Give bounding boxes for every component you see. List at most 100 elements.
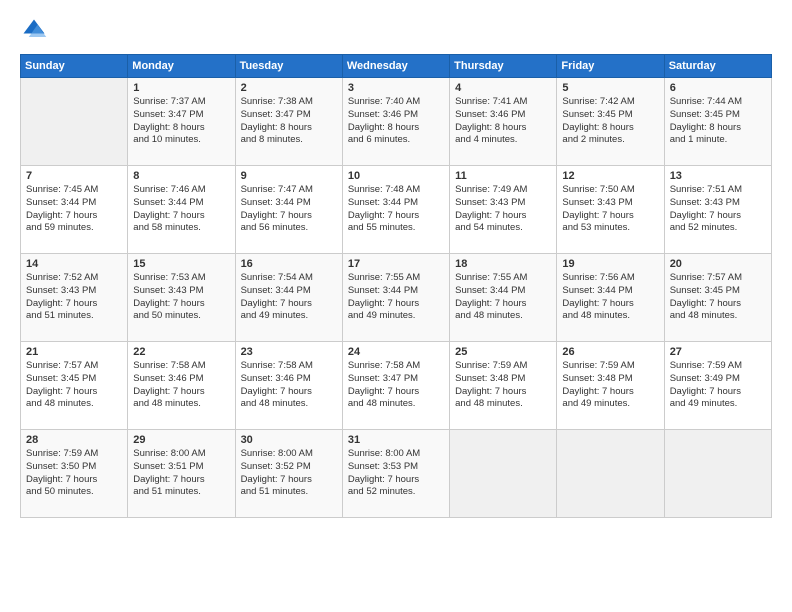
- day-number: 21: [26, 346, 122, 358]
- day-info: Sunrise: 7:50 AM Sunset: 3:43 PM Dayligh…: [562, 184, 658, 235]
- calendar-cell: 26 Sunrise: 7:59 AM Sunset: 3:48 PM Dayli…: [557, 342, 664, 430]
- calendar-cell: 29 Sunrise: 8:00 AM Sunset: 3:51 PM Dayli…: [128, 430, 235, 518]
- calendar-cell: 25Sunrise: 7:59 AM Sunset: 3:48 PM Dayli…: [450, 342, 557, 430]
- day-number: 31: [348, 434, 444, 446]
- day-number: 26: [562, 346, 658, 358]
- weekday-header-saturday: Saturday: [664, 55, 771, 78]
- calendar-cell: 16 Sunrise: 7:54 AM Sunset: 3:44 PM Dayli…: [235, 254, 342, 342]
- day-info: Sunrise: 7:49 AM Sunset: 3:43 PM Dayligh…: [455, 184, 551, 235]
- day-number: 15: [133, 258, 229, 270]
- weekday-header-sunday: Sunday: [21, 55, 128, 78]
- calendar-cell: 27 Sunrise: 7:59 AM Sunset: 3:49 PM Dayli…: [664, 342, 771, 430]
- day-number: 30: [241, 434, 337, 446]
- week-row-0: 1Sunrise: 7:37 AM Sunset: 3:47 PM Daylig…: [21, 78, 772, 166]
- day-info: Sunrise: 7:54 AM Sunset: 3:44 PM Dayligh…: [241, 272, 337, 323]
- week-row-1: 7Sunrise: 7:45 AM Sunset: 3:44 PM Daylig…: [21, 166, 772, 254]
- calendar-cell: 21 Sunrise: 7:57 AM Sunset: 3:45 PM Dayli…: [21, 342, 128, 430]
- day-info: Sunrise: 7:38 AM Sunset: 3:47 PM Dayligh…: [241, 96, 337, 147]
- day-number: 16: [241, 258, 337, 270]
- calendar-cell: 18 Sunrise: 7:55 AM Sunset: 3:44 PM Dayli…: [450, 254, 557, 342]
- day-number: 27: [670, 346, 766, 358]
- calendar-table: SundayMondayTuesdayWednesdayThursdayFrid…: [20, 54, 772, 518]
- day-info: Sunrise: 8:00 AM Sunset: 3:51 PM Dayligh…: [133, 448, 229, 499]
- calendar-cell: 4 Sunrise: 7:41 AM Sunset: 3:46 PM Daylig…: [450, 78, 557, 166]
- calendar-cell: 12 Sunrise: 7:50 AM Sunset: 3:43 PM Dayli…: [557, 166, 664, 254]
- calendar-cell: 3 Sunrise: 7:40 AM Sunset: 3:46 PM Daylig…: [342, 78, 449, 166]
- calendar-cell: [21, 78, 128, 166]
- day-number: 2: [241, 82, 337, 94]
- calendar-cell: 15 Sunrise: 7:53 AM Sunset: 3:43 PM Dayli…: [128, 254, 235, 342]
- day-number: 4: [455, 82, 551, 94]
- day-number: 20: [670, 258, 766, 270]
- calendar-cell: 10 Sunrise: 7:48 AM Sunset: 3:44 PM Dayli…: [342, 166, 449, 254]
- day-info: Sunrise: 7:52 AM Sunset: 3:43 PM Dayligh…: [26, 272, 122, 323]
- day-info: Sunrise: 7:58 AM Sunset: 3:46 PM Dayligh…: [133, 360, 229, 411]
- calendar-cell: 8Sunrise: 7:46 AM Sunset: 3:44 PM Daylig…: [128, 166, 235, 254]
- day-info: Sunrise: 8:00 AM Sunset: 3:52 PM Dayligh…: [241, 448, 337, 499]
- day-number: 17: [348, 258, 444, 270]
- calendar-cell: 1Sunrise: 7:37 AM Sunset: 3:47 PM Daylig…: [128, 78, 235, 166]
- day-info: Sunrise: 7:56 AM Sunset: 3:44 PM Dayligh…: [562, 272, 658, 323]
- calendar-cell: 6 Sunrise: 7:44 AM Sunset: 3:45 PM Daylig…: [664, 78, 771, 166]
- calendar-cell: 30 Sunrise: 8:00 AM Sunset: 3:52 PM Dayli…: [235, 430, 342, 518]
- day-number: 8: [133, 170, 229, 182]
- weekday-header-wednesday: Wednesday: [342, 55, 449, 78]
- week-row-3: 21 Sunrise: 7:57 AM Sunset: 3:45 PM Dayli…: [21, 342, 772, 430]
- calendar-cell: 24Sunrise: 7:58 AM Sunset: 3:47 PM Dayli…: [342, 342, 449, 430]
- day-number: 19: [562, 258, 658, 270]
- day-info: Sunrise: 7:53 AM Sunset: 3:43 PM Dayligh…: [133, 272, 229, 323]
- weekday-header-row: SundayMondayTuesdayWednesdayThursdayFrid…: [21, 55, 772, 78]
- calendar-cell: 31 Sunrise: 8:00 AM Sunset: 3:53 PM Dayli…: [342, 430, 449, 518]
- day-number: 24: [348, 346, 444, 358]
- day-info: Sunrise: 8:00 AM Sunset: 3:53 PM Dayligh…: [348, 448, 444, 499]
- calendar-cell: 17Sunrise: 7:55 AM Sunset: 3:44 PM Dayli…: [342, 254, 449, 342]
- day-number: 7: [26, 170, 122, 182]
- day-number: 3: [348, 82, 444, 94]
- day-number: 23: [241, 346, 337, 358]
- day-number: 1: [133, 82, 229, 94]
- day-info: Sunrise: 7:44 AM Sunset: 3:45 PM Dayligh…: [670, 96, 766, 147]
- calendar-cell: 22 Sunrise: 7:58 AM Sunset: 3:46 PM Dayli…: [128, 342, 235, 430]
- logo: [20, 16, 52, 44]
- week-row-2: 14 Sunrise: 7:52 AM Sunset: 3:43 PM Dayli…: [21, 254, 772, 342]
- day-info: Sunrise: 7:59 AM Sunset: 3:48 PM Dayligh…: [455, 360, 551, 411]
- day-number: 9: [241, 170, 337, 182]
- calendar-cell: 5 Sunrise: 7:42 AM Sunset: 3:45 PM Daylig…: [557, 78, 664, 166]
- day-info: Sunrise: 7:47 AM Sunset: 3:44 PM Dayligh…: [241, 184, 337, 235]
- day-number: 18: [455, 258, 551, 270]
- day-number: 10: [348, 170, 444, 182]
- weekday-header-tuesday: Tuesday: [235, 55, 342, 78]
- day-number: 11: [455, 170, 551, 182]
- week-row-4: 28Sunrise: 7:59 AM Sunset: 3:50 PM Dayli…: [21, 430, 772, 518]
- calendar-cell: 13Sunrise: 7:51 AM Sunset: 3:43 PM Dayli…: [664, 166, 771, 254]
- day-info: Sunrise: 7:58 AM Sunset: 3:46 PM Dayligh…: [241, 360, 337, 411]
- day-number: 29: [133, 434, 229, 446]
- header: [20, 16, 772, 44]
- calendar-cell: [557, 430, 664, 518]
- page: SundayMondayTuesdayWednesdayThursdayFrid…: [0, 0, 792, 612]
- day-number: 6: [670, 82, 766, 94]
- day-number: 14: [26, 258, 122, 270]
- day-info: Sunrise: 7:59 AM Sunset: 3:48 PM Dayligh…: [562, 360, 658, 411]
- day-number: 12: [562, 170, 658, 182]
- calendar-cell: 28Sunrise: 7:59 AM Sunset: 3:50 PM Dayli…: [21, 430, 128, 518]
- day-number: 5: [562, 82, 658, 94]
- day-info: Sunrise: 7:59 AM Sunset: 3:50 PM Dayligh…: [26, 448, 122, 499]
- day-info: Sunrise: 7:40 AM Sunset: 3:46 PM Dayligh…: [348, 96, 444, 147]
- day-number: 22: [133, 346, 229, 358]
- day-number: 13: [670, 170, 766, 182]
- calendar-cell: 7Sunrise: 7:45 AM Sunset: 3:44 PM Daylig…: [21, 166, 128, 254]
- weekday-header-friday: Friday: [557, 55, 664, 78]
- day-info: Sunrise: 7:59 AM Sunset: 3:49 PM Dayligh…: [670, 360, 766, 411]
- day-info: Sunrise: 7:57 AM Sunset: 3:45 PM Dayligh…: [26, 360, 122, 411]
- logo-icon: [20, 16, 48, 44]
- calendar-cell: 20Sunrise: 7:57 AM Sunset: 3:45 PM Dayli…: [664, 254, 771, 342]
- calendar-cell: 14 Sunrise: 7:52 AM Sunset: 3:43 PM Dayli…: [21, 254, 128, 342]
- day-info: Sunrise: 7:48 AM Sunset: 3:44 PM Dayligh…: [348, 184, 444, 235]
- calendar-cell: 19 Sunrise: 7:56 AM Sunset: 3:44 PM Dayli…: [557, 254, 664, 342]
- day-info: Sunrise: 7:42 AM Sunset: 3:45 PM Dayligh…: [562, 96, 658, 147]
- calendar-cell: [664, 430, 771, 518]
- weekday-header-monday: Monday: [128, 55, 235, 78]
- day-info: Sunrise: 7:55 AM Sunset: 3:44 PM Dayligh…: [455, 272, 551, 323]
- day-info: Sunrise: 7:41 AM Sunset: 3:46 PM Dayligh…: [455, 96, 551, 147]
